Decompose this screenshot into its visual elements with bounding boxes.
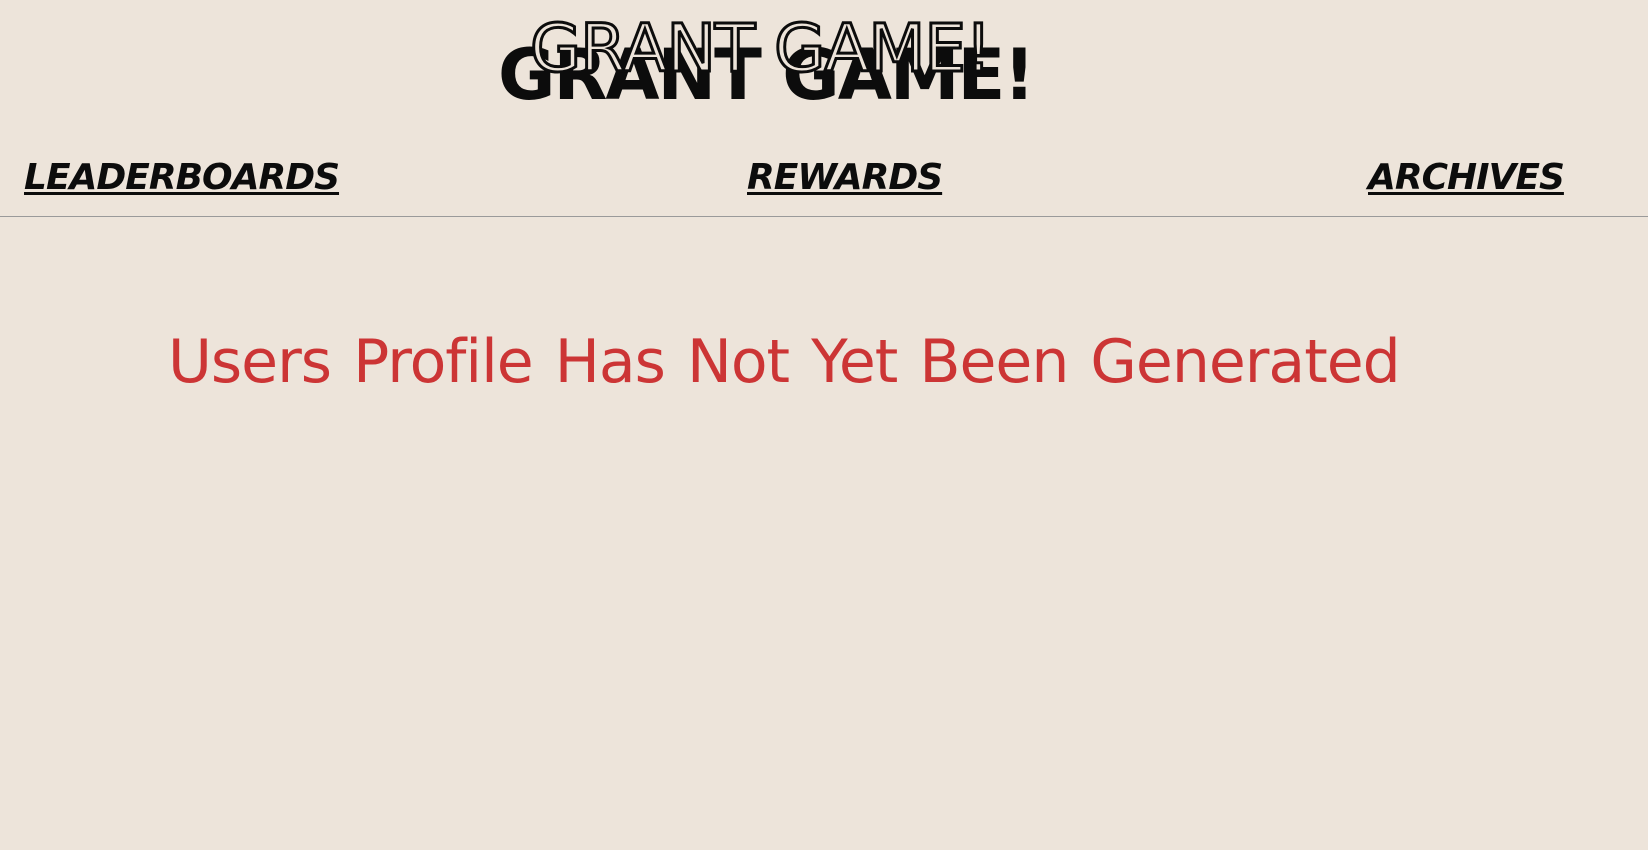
profile-not-generated-message: Users Profile Has Not Yet Been Generated	[168, 327, 1401, 398]
main-nav: LEADERBOARDS REWARDS ARCHIVES	[0, 150, 1648, 217]
site-logo[interactable]: GRANT GAME! GRANT GAME!	[0, 0, 1648, 130]
nav-link-archives[interactable]: ARCHIVES	[1368, 160, 1565, 196]
nav-link-leaderboards[interactable]: LEADERBOARDS	[24, 160, 340, 196]
nav-link-rewards[interactable]: REWARDS	[747, 160, 943, 196]
logo-title-outline: GRANT GAME!	[529, 10, 994, 87]
